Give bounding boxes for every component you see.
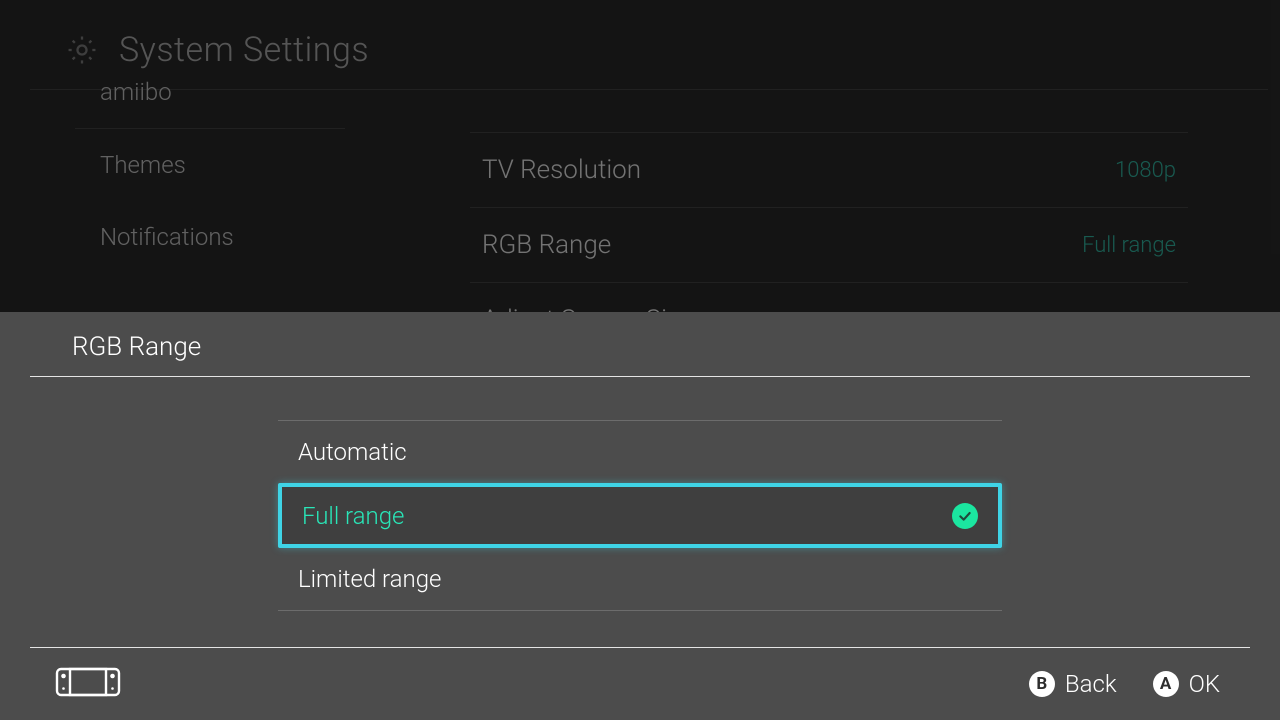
sidebar: amiibo Themes Notifications: [30, 90, 390, 273]
header-divider: [30, 89, 1268, 90]
sidebar-item-label: Notifications: [100, 223, 234, 251]
dialog-title: RGB Range: [0, 312, 1280, 376]
a-button-icon: A: [1153, 671, 1179, 697]
option-label: Automatic: [298, 438, 407, 466]
page-title: System Settings: [119, 30, 369, 70]
sidebar-item-themes[interactable]: Themes: [30, 129, 390, 201]
row-tv-resolution[interactable]: TV Resolution 1080p: [470, 133, 1188, 207]
option-label: Full range: [302, 502, 404, 530]
hint-back[interactable]: B Back: [1029, 670, 1117, 698]
sidebar-item-notifications[interactable]: Notifications: [30, 201, 390, 273]
sidebar-divider: [75, 128, 345, 129]
row-label: RGB Range: [482, 230, 611, 260]
row-label: TV Resolution: [482, 155, 641, 185]
option-divider: [278, 610, 1002, 611]
row-value: Full range: [1082, 233, 1176, 258]
main-divider: [470, 132, 1188, 133]
footer: B Back A OK: [0, 648, 1280, 720]
dialog-title-divider: [30, 376, 1250, 377]
option-automatic[interactable]: Automatic: [278, 421, 1002, 483]
sidebar-item-label: Themes: [100, 151, 186, 179]
header: System Settings: [0, 0, 1280, 88]
dialog-options: Automatic Full range Limited range: [278, 420, 1002, 611]
b-button-icon: B: [1029, 671, 1055, 697]
sidebar-item-label: amiibo: [100, 78, 172, 106]
controller-icon[interactable]: [48, 665, 128, 703]
option-full-range[interactable]: Full range: [278, 483, 1002, 548]
sidebar-item-amiibo[interactable]: amiibo: [30, 78, 390, 128]
checkmark-icon: [952, 503, 978, 529]
gear-icon: [65, 33, 99, 67]
option-limited-range[interactable]: Limited range: [278, 548, 1002, 610]
row-value: 1080p: [1115, 158, 1176, 183]
button-hints: B Back A OK: [1029, 670, 1220, 698]
row-rgb-range[interactable]: RGB Range Full range: [470, 207, 1188, 282]
hint-ok[interactable]: A OK: [1153, 670, 1220, 698]
hint-label: Back: [1065, 670, 1117, 698]
option-label: Limited range: [298, 565, 441, 593]
hint-label: OK: [1189, 670, 1220, 698]
rgb-range-dialog: RGB Range Automatic Full range Limited r…: [0, 312, 1280, 720]
